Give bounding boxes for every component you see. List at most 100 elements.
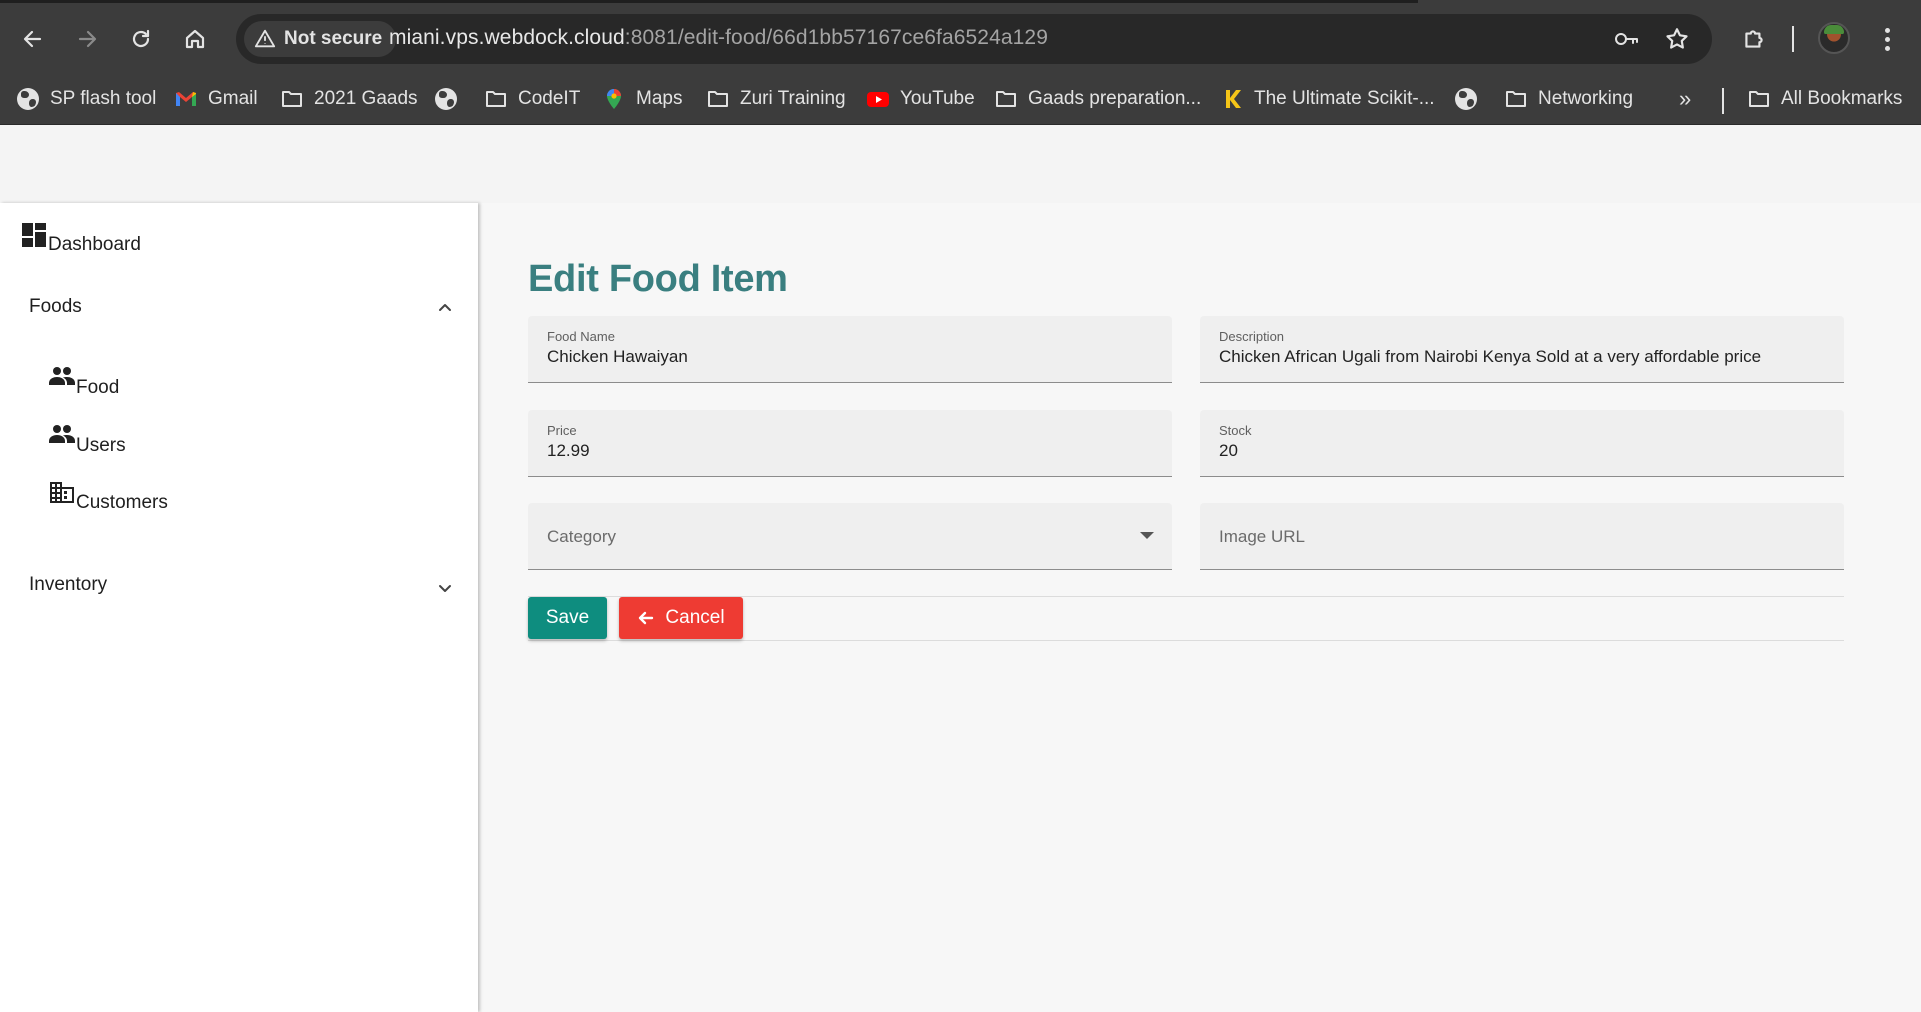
main-content: Edit Food Item Food Name Chicken Hawaiya… — [478, 203, 1921, 1012]
folder-icon — [994, 87, 1018, 111]
kaggle-icon — [1220, 87, 1244, 111]
home-button[interactable] — [178, 22, 212, 56]
sidebar-item-dashboard[interactable]: Dashboard — [22, 221, 141, 256]
sidebar-item-users[interactable]: Users — [48, 423, 126, 457]
star-icon — [1666, 28, 1688, 49]
people-icon — [48, 423, 76, 447]
reload-icon — [132, 29, 150, 48]
gmail-icon — [174, 87, 198, 111]
bookmark-globe-2[interactable] — [1454, 78, 1478, 120]
security-label: Not secure — [284, 28, 383, 49]
sidebar-group-inventory[interactable]: Inventory — [29, 565, 455, 605]
bookmark-globe[interactable] — [434, 78, 458, 120]
app-header — [0, 125, 1921, 203]
bookmark-scikit[interactable]: The Ultimate Scikit-... — [1220, 78, 1435, 120]
bookmark-gmail[interactable]: Gmail — [174, 78, 258, 120]
bookmark-label: Maps — [636, 88, 683, 109]
bookmark-gaads-preparation[interactable]: Gaads preparation... — [994, 78, 1201, 120]
description-field[interactable]: Description Chicken African Ugali from N… — [1200, 316, 1844, 383]
price-field[interactable]: Price 12.99 — [528, 410, 1172, 477]
toolbar-divider — [1792, 26, 1794, 52]
description-input[interactable]: Chicken African Ugali from Nairobi Kenya… — [1219, 347, 1761, 367]
browser-toolbar: Not secure miani.vps.webdock.cloud:8081/… — [0, 0, 1921, 78]
price-input[interactable]: 12.99 — [547, 441, 590, 461]
folder-icon — [484, 87, 508, 111]
url-text[interactable]: miani.vps.webdock.cloud:8081/edit-food/6… — [389, 26, 1048, 50]
forward-button[interactable] — [70, 22, 104, 56]
bookmark-maps[interactable]: Maps — [602, 78, 682, 120]
sidebar-item-label: Dashboard — [48, 234, 141, 255]
arrow-right-icon — [78, 30, 97, 48]
url-host: miani.vps.webdock.cloud — [389, 26, 625, 49]
people-icon — [48, 365, 76, 389]
sidebar-group-foods[interactable]: Foods — [29, 287, 455, 327]
url-path: :8081/edit-food/66d1bb57167ce6fa6524a129 — [624, 26, 1048, 49]
sidebar: Dashboard Foods Food Users Customers Inv… — [0, 203, 478, 1012]
bookmark-label: All Bookmarks — [1781, 88, 1903, 109]
browser-menu-button[interactable] — [1874, 24, 1900, 54]
key-icon — [1615, 33, 1638, 45]
category-select[interactable]: Category — [528, 503, 1172, 570]
chevron-up-icon — [439, 304, 451, 311]
profile-avatar[interactable] — [1818, 22, 1850, 54]
sidebar-item-label: Customers — [76, 492, 168, 513]
bookmark-codeit[interactable]: CodeIT — [484, 78, 580, 120]
save-button[interactable]: Save — [528, 597, 607, 639]
folder-icon — [706, 87, 730, 111]
bookmark-label: SP flash tool — [50, 88, 157, 109]
food-name-field[interactable]: Food Name Chicken Hawaiyan — [528, 316, 1172, 383]
bookmark-2021-gaads[interactable]: 2021 Gaads — [280, 78, 418, 120]
address-bar[interactable]: Not secure miani.vps.webdock.cloud:8081/… — [236, 14, 1712, 64]
page-title: Edit Food Item — [528, 258, 788, 300]
cancel-button[interactable]: Cancel — [619, 597, 743, 639]
extensions-button[interactable] — [1739, 24, 1769, 54]
all-bookmarks-button[interactable]: All Bookmarks — [1747, 78, 1902, 120]
bookmark-label: YouTube — [900, 88, 975, 109]
bookmark-label: Gaads preparation... — [1028, 88, 1202, 109]
bookmark-networking[interactable]: Networking — [1504, 78, 1633, 120]
more-bookmarks-button[interactable]: » — [1679, 78, 1691, 120]
sidebar-group-label: Inventory — [29, 574, 108, 595]
reload-button[interactable] — [124, 22, 158, 56]
sidebar-group-label: Foods — [29, 296, 82, 317]
bookmark-zuri-training[interactable]: Zuri Training — [706, 78, 846, 120]
chevron-down-icon — [439, 585, 451, 592]
globe-icon — [1454, 87, 1478, 111]
youtube-icon — [866, 87, 890, 111]
password-key-button[interactable] — [1612, 25, 1640, 53]
image-url-placeholder: Image URL — [1219, 527, 1305, 546]
bookmark-label: Gmail — [208, 88, 258, 109]
field-label: Price — [547, 423, 577, 438]
stock-input[interactable]: 20 — [1219, 441, 1238, 461]
puzzle-icon — [1745, 30, 1763, 48]
bookmark-youtube[interactable]: YouTube — [866, 78, 975, 120]
sidebar-item-customers[interactable]: Customers — [48, 480, 168, 514]
image-url-field[interactable]: Image URL — [1200, 503, 1844, 570]
stock-field[interactable]: Stock 20 — [1200, 410, 1844, 477]
food-name-input[interactable]: Chicken Hawaiyan — [547, 347, 688, 367]
bookmark-label: 2021 Gaads — [314, 88, 418, 109]
field-label: Stock — [1219, 423, 1252, 438]
dropdown-arrow-icon — [1140, 532, 1154, 539]
bookmark-star-button[interactable] — [1663, 25, 1691, 53]
arrow-left-icon — [639, 611, 654, 625]
bookmark-label: Networking — [1538, 88, 1634, 109]
warning-icon — [254, 29, 276, 48]
sidebar-item-food[interactable]: Food — [48, 365, 119, 399]
folder-icon — [1747, 87, 1771, 111]
folder-icon — [1504, 87, 1528, 111]
bookmark-sp-flash-tool[interactable]: SP flash tool — [16, 78, 156, 120]
bookmark-label: CodeIT — [518, 88, 581, 109]
chevron-double-right-icon: » — [1679, 86, 1692, 111]
category-placeholder: Category — [547, 527, 616, 546]
back-button[interactable] — [16, 22, 50, 56]
arrow-left-icon — [23, 30, 42, 48]
dashboard-icon — [22, 223, 48, 249]
home-icon — [185, 29, 205, 49]
security-chip[interactable]: Not secure — [244, 21, 397, 57]
bookmark-label: The Ultimate Scikit-... — [1254, 88, 1435, 109]
folder-icon — [280, 87, 304, 111]
maps-icon — [602, 87, 626, 111]
business-icon — [48, 480, 76, 504]
globe-icon — [434, 87, 458, 111]
